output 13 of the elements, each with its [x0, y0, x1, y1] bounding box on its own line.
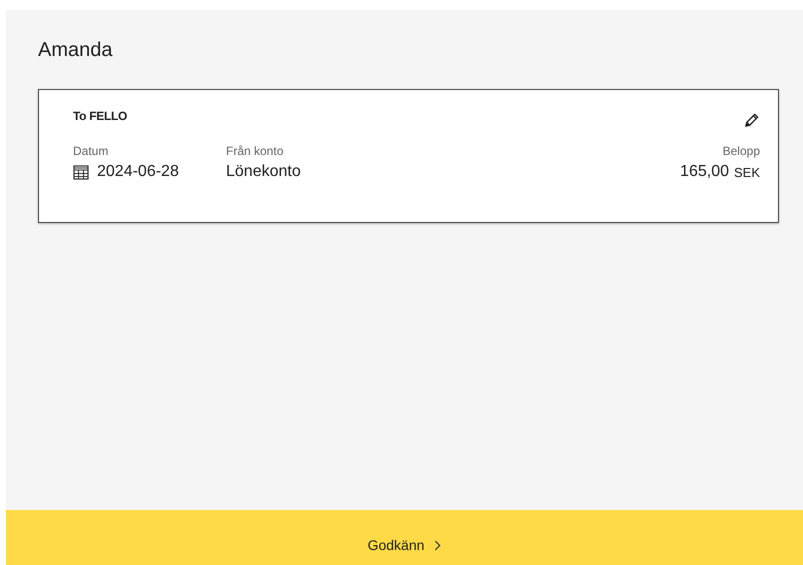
account-value: Lönekonto [226, 163, 301, 181]
edit-icon[interactable] [743, 112, 760, 129]
calendar-icon [73, 164, 89, 180]
user-name: Amanda [38, 38, 114, 63]
amount-value: 165,00 [680, 163, 729, 181]
approve-button[interactable]: Godkänn [364, 535, 446, 555]
field-label: Datum [73, 144, 110, 159]
field-label: Från konto [226, 144, 284, 159]
currency-code: SEK [734, 164, 760, 180]
recipient-name: To FELLO [73, 109, 128, 123]
chevron-right-icon [434, 540, 442, 550]
field-label: Belopp [722, 144, 760, 159]
date-value: 2024-06-28 [97, 163, 179, 181]
